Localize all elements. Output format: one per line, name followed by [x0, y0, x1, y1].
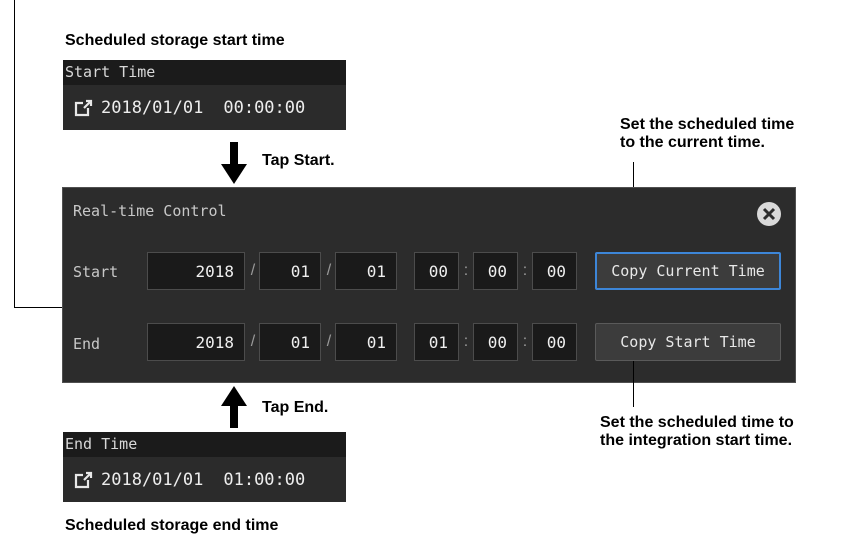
time-separator: :: [463, 333, 469, 350]
scheduled-end-caption: Scheduled storage end time: [65, 517, 279, 534]
dialog-title: Real-time Control: [73, 202, 227, 220]
start-time-box[interactable]: Start Time 2018/01/01 00:00:00: [63, 60, 346, 130]
time-separator: :: [463, 262, 469, 279]
end-row-label: End: [73, 335, 101, 353]
copy-current-time-button[interactable]: Copy Current Time: [595, 252, 781, 290]
current-time-note: Set the scheduled time to the current ti…: [620, 116, 795, 152]
scheduled-start-caption: Scheduled storage start time: [65, 32, 285, 49]
end-day-field[interactable]: 01: [335, 323, 397, 361]
end-minute-field[interactable]: 00: [473, 323, 518, 361]
start-day-field[interactable]: 01: [335, 252, 397, 290]
date-separator: /: [250, 333, 256, 350]
start-minute-field[interactable]: 00: [473, 252, 518, 290]
external-link-icon: [67, 99, 101, 117]
connector-line: [14, 0, 15, 308]
tap-start-caption: Tap Start.: [262, 152, 335, 169]
arrow-up-icon: [221, 386, 247, 428]
date-separator: /: [250, 262, 256, 279]
close-icon[interactable]: [756, 201, 782, 227]
start-month-field[interactable]: 01: [259, 252, 321, 290]
end-time-title: End Time: [63, 432, 346, 457]
start-year-field[interactable]: 2018: [147, 252, 245, 290]
end-second-field[interactable]: 00: [532, 323, 577, 361]
end-time-box[interactable]: End Time 2018/01/01 01:00:00: [63, 432, 346, 502]
real-time-control-dialog: Real-time Control Start 2018 / 01 / 01 0…: [62, 187, 796, 383]
end-time-date: 2018/01/01: [101, 469, 204, 490]
copy-start-time-button[interactable]: Copy Start Time: [595, 323, 781, 361]
start-time-date: 2018/01/01: [101, 97, 204, 118]
end-year-field[interactable]: 2018: [147, 323, 245, 361]
tap-end-caption: Tap End.: [262, 399, 329, 416]
start-second-field[interactable]: 00: [532, 252, 577, 290]
date-separator: /: [326, 333, 332, 350]
connector-line: [633, 361, 634, 407]
end-hour-field[interactable]: 01: [414, 323, 459, 361]
time-separator: :: [522, 262, 528, 279]
end-month-field[interactable]: 01: [259, 323, 321, 361]
start-hour-field[interactable]: 00: [414, 252, 459, 290]
start-time-time: 00:00:00: [223, 97, 306, 118]
start-time-note: Set the scheduled time to the integratio…: [600, 414, 794, 450]
end-time-time: 01:00:00: [223, 469, 306, 490]
time-separator: :: [522, 333, 528, 350]
external-link-icon: [67, 471, 101, 489]
start-time-title: Start Time: [63, 60, 346, 85]
date-separator: /: [326, 262, 332, 279]
arrow-down-icon: [221, 142, 247, 184]
start-row-label: Start: [73, 263, 119, 281]
